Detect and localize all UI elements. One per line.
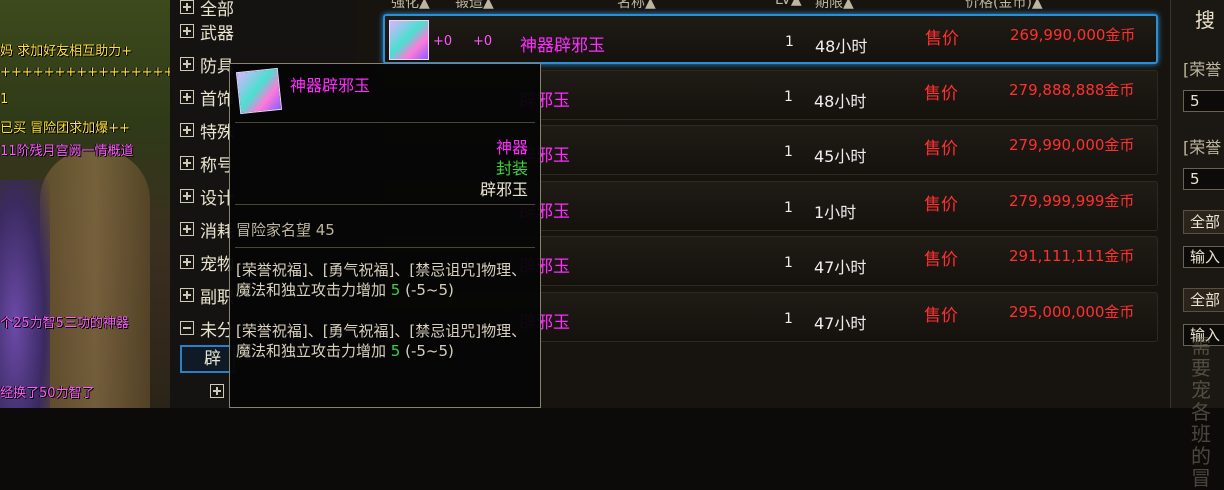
item-icon [235,67,283,115]
item-name: 神器辟邪玉 [520,36,605,56]
sell-label: 售价 [924,139,958,159]
item-level: 1 [784,255,793,271]
sell-label: 售价 [925,29,959,49]
item-duration: 47小时 [814,258,867,277]
header-name[interactable]: 名称▲ [617,0,656,12]
tooltip-fame: 冒险家名望 45 [236,221,335,239]
item-duration: 45小时 [814,147,867,166]
tooltip-title: 神器辟邪玉 [290,76,371,95]
item-price: 279,999,999金币 [1009,191,1135,210]
header-lv[interactable]: LV▲ [775,0,802,8]
item-duration: 47小时 [814,313,867,333]
category-label: 全部 [200,0,234,20]
item-price: 279,990,000金币 [1009,136,1135,154]
background-watermark: 需要宠各班的冒 [1191,334,1211,490]
search-title: 搜 [1195,8,1215,32]
sell-label: 售价 [924,305,958,326]
tooltip-desc-2: [荣誉祝福]、[勇气祝福]、[禁忌诅咒]物理、魔法和独立攻击力增加 5 (-5~… [236,322,527,360]
filter-dropdown-1[interactable]: 全部 [1183,210,1224,234]
category-label: 武器 [200,23,234,44]
filter-dropdown-2[interactable]: 全部 [1183,288,1224,312]
filter-input-1[interactable]: 5 [1183,90,1224,112]
item-tooltip: 神器辟邪玉 神器 封装 辟邪玉 冒险家名望 45 [荣誉祝福]、[勇气祝福]、[… [229,63,541,408]
category-item[interactable]: 全部 [180,0,350,20]
item-price: 295,000,000金币 [1009,302,1135,321]
sell-label: 售价 [924,83,958,104]
item-duration: 48小时 [815,37,868,56]
background-tree [40,150,150,408]
item-level: 1 [784,144,793,160]
chat-line: 已买 冒险团求加爆++ [0,121,130,136]
filter-label-2: [荣誉 [1183,138,1222,157]
search-panel: 搜 [荣誉 5 [荣誉 5 全部 输入 全部 输入 需要宠各班的冒 [1170,0,1224,489]
chat-line: +++++++++++++++++++ [0,65,170,80]
item-price: 269,990,000金币 [1010,26,1136,44]
forge-value: +0 [473,34,493,49]
chat-line: 个25力智5三功的神器 [0,316,129,331]
expand-icon[interactable] [180,0,194,14]
item-icon [389,20,429,60]
background-portal [0,180,50,408]
subcategory-expander[interactable] [210,384,230,402]
expand-icon[interactable] [180,189,194,203]
header-forge[interactable]: 锻造▲ [455,0,494,12]
header-enhance[interactable]: 强化▲ [391,0,430,12]
chat-panel: 妈 求加好友相互助力+ +++++++++++++++++++ 1 已买 冒险团求加爆… [0,0,170,408]
expand-icon[interactable] [180,156,194,170]
expand-icon[interactable] [180,288,194,302]
expand-icon[interactable] [180,90,194,104]
item-level: 1 [784,199,793,216]
header-time[interactable]: 期限▲ [815,0,854,12]
expand-icon[interactable] [180,24,194,38]
tooltip-desc-1: [荣誉祝福]、[勇气祝福]、[禁忌诅咒]物理、魔法和独立攻击力增加 5 (-5~… [236,261,527,299]
sell-label: 售价 [924,250,958,270]
item-level: 1 [784,88,793,105]
divider [235,247,535,248]
table-header: 强化▲ 锻造▲ 名称▲ LV▲ 期限▲ 价格(金币)▲ [355,0,1170,11]
chat-line: 经换了50力智了 [0,386,95,401]
divider [235,204,535,205]
filter-label-1: [荣誉 [1183,60,1222,79]
item-level: 1 [785,34,794,50]
item-duration: 48小时 [814,91,867,111]
item-price: 291,111,111金币 [1009,247,1135,265]
category-selected-item[interactable]: 辟邪玉 [180,345,235,373]
enhance-value: +0 [433,34,453,49]
expand-icon[interactable] [180,123,194,137]
chat-line: 妈 求加好友相互助力+ [0,44,133,59]
chat-line: 1 [0,92,9,107]
tooltip-type: 辟邪玉 [479,180,528,199]
expand-icon[interactable] [180,222,194,236]
chat-line: 11阶残月宫阙一情概道 [0,144,134,159]
item-level: 1 [784,310,793,327]
expand-icon[interactable] [180,255,194,269]
item-price: 279,888,888金币 [1009,80,1135,99]
item-duration: 1小时 [814,202,857,222]
header-price[interactable]: 价格(金币)▲ [965,0,1043,12]
filter-input-2[interactable]: 5 [1183,168,1224,190]
search-input-1[interactable]: 输入 [1183,246,1224,268]
table-row[interactable]: +0 +0 神器辟邪玉 1 48小时 售价 269,990,000金币 [383,14,1158,64]
category-item[interactable]: 武器 [180,18,350,44]
sell-label: 售价 [924,194,958,215]
divider [235,122,535,123]
expand-icon[interactable] [180,57,194,71]
collapse-icon[interactable] [180,321,194,335]
